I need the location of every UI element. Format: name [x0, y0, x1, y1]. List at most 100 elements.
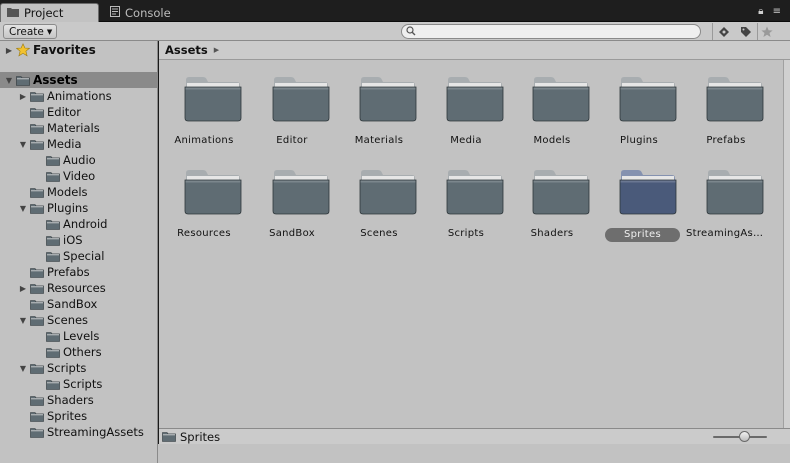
asset-folder-item[interactable]: Resources: [164, 153, 244, 239]
chevron-right-icon[interactable]: ▶: [18, 91, 28, 101]
tree-item-label: Animations: [47, 89, 112, 103]
tree-item-label: Android: [63, 217, 108, 231]
search-by-label-icon[interactable]: [736, 24, 756, 39]
panel-options[interactable]: 🔒︎ ≡: [758, 6, 784, 17]
folder-icon: [30, 123, 44, 134]
chevron-right-icon[interactable]: ▶: [18, 283, 28, 293]
asset-folder-label: Scripts: [447, 228, 485, 239]
asset-folder-item[interactable]: Plugins: [599, 60, 679, 146]
chevron-right-icon[interactable]: ▶: [4, 45, 14, 55]
selected-path-label: Sprites: [180, 429, 221, 444]
asset-folder-label: Animations: [174, 135, 234, 146]
tree-item[interactable]: ▼ Media: [0, 136, 158, 152]
asset-folder-label: Models: [533, 135, 571, 146]
asset-folder-item[interactable]: Sprites: [599, 153, 680, 242]
favorite-star-icon[interactable]: [757, 24, 777, 39]
asset-folder-item[interactable]: Editor: [252, 60, 332, 146]
asset-folder-item[interactable]: Models: [512, 60, 592, 146]
tree-item-label: Shaders: [47, 393, 94, 407]
asset-folder-item[interactable]: StreamingAssets: [686, 153, 766, 239]
asset-folder-item[interactable]: Animations: [164, 60, 244, 146]
asset-folder-label: Editor: [276, 135, 308, 146]
project-folder-icon: [7, 6, 19, 20]
chevron-down-icon[interactable]: ▼: [18, 139, 28, 149]
folder-icon: [272, 170, 330, 215]
search-input[interactable]: [401, 24, 701, 39]
tree-item[interactable]: ▶ Animations: [0, 88, 158, 104]
tab-console[interactable]: Console: [104, 3, 234, 22]
folder-icon: [30, 299, 44, 310]
tree-item[interactable]: Levels: [0, 328, 158, 344]
tree-item[interactable]: Special: [0, 248, 158, 264]
chevron-down-icon[interactable]: ▼: [18, 315, 28, 325]
panel-menu-icon[interactable]: ≡: [773, 6, 784, 17]
chevron-down-icon[interactable]: ▼: [18, 363, 28, 373]
asset-folder-item[interactable]: SandBox: [252, 153, 332, 239]
folder-icon: [272, 77, 330, 122]
tree-item-label: iOS: [63, 233, 83, 247]
icon-size-slider-thumb[interactable]: [739, 431, 750, 442]
folder-icon: [30, 203, 44, 214]
chevron-right-icon: ▶: [213, 46, 220, 54]
tree-item-label: Others: [63, 345, 102, 359]
vertical-scrollbar[interactable]: [783, 60, 790, 428]
asset-folder-item[interactable]: Scenes: [339, 153, 419, 239]
folder-icon: [706, 170, 764, 215]
asset-folder-label: Materials: [354, 135, 404, 146]
chevron-down-icon[interactable]: ▼: [4, 75, 14, 85]
tree-item-label: Video: [63, 169, 96, 183]
tree-item-label: Media: [47, 137, 82, 151]
tree-item[interactable]: iOS: [0, 232, 158, 248]
tree-item[interactable]: Android: [0, 216, 158, 232]
tree-item[interactable]: ▼ Scenes: [0, 312, 158, 328]
tree-item[interactable]: StreamingAssets: [0, 424, 158, 440]
asset-folder-label: Sprites: [605, 228, 680, 242]
asset-folder-item[interactable]: Scripts: [426, 153, 506, 239]
tree-item[interactable]: Video: [0, 168, 158, 184]
asset-folder-item[interactable]: Media: [426, 60, 506, 146]
tree-item[interactable]: Prefabs: [0, 264, 158, 280]
tree-item[interactable]: Others: [0, 344, 158, 360]
asset-folder-item[interactable]: Shaders: [512, 153, 592, 239]
tree-item[interactable]: ▶ Resources: [0, 280, 158, 296]
asset-folder-label: Scenes: [360, 228, 398, 239]
tree-assets[interactable]: ▼ Assets: [0, 72, 158, 88]
tree-item-label: Levels: [63, 329, 100, 343]
tree-item[interactable]: Materials: [0, 120, 158, 136]
asset-folder-item[interactable]: Materials: [339, 60, 419, 146]
search-by-type-icon[interactable]: [714, 24, 734, 39]
project-toolbar: Create ▼: [0, 22, 790, 41]
tree-item[interactable]: Editor: [0, 104, 158, 120]
console-icon: [110, 5, 120, 20]
create-button[interactable]: Create ▼: [3, 24, 57, 39]
asset-grid[interactable]: Animations Editor Materials Media Models Plug…: [159, 60, 783, 428]
chevron-down-icon[interactable]: ▼: [18, 203, 28, 213]
tree-item-label: Scenes: [47, 313, 89, 327]
tree-item-label: Audio: [63, 153, 96, 167]
tree-item[interactable]: SandBox: [0, 296, 158, 312]
tab-project[interactable]: Project: [0, 3, 99, 22]
chevron-down-icon: ▼: [46, 27, 53, 36]
folder-icon: [706, 77, 764, 122]
tree-item[interactable]: Sprites: [0, 408, 158, 424]
breadcrumb: Assets ▶: [159, 41, 790, 60]
tree-item[interactable]: Models: [0, 184, 158, 200]
tree-item[interactable]: ▼ Scripts: [0, 360, 158, 376]
project-folder-tree[interactable]: ▶ Favorites ▼ Assets ▶ Animations Editor Ma…: [0, 41, 158, 463]
lock-icon[interactable]: 🔒︎: [758, 6, 766, 17]
tree-item[interactable]: ▼ Plugins: [0, 200, 158, 216]
tree-item[interactable]: Shaders: [0, 392, 158, 408]
tree-favorites[interactable]: ▶ Favorites: [0, 42, 158, 58]
tree-item[interactable]: Scripts: [0, 376, 158, 392]
breadcrumb-assets[interactable]: Assets: [165, 43, 208, 57]
tree-item[interactable]: Audio: [0, 152, 158, 168]
asset-folder-label: SandBox: [269, 228, 315, 239]
folder-icon: [30, 91, 44, 102]
asset-folder-item[interactable]: Prefabs: [686, 60, 766, 146]
folder-icon: [30, 315, 44, 326]
